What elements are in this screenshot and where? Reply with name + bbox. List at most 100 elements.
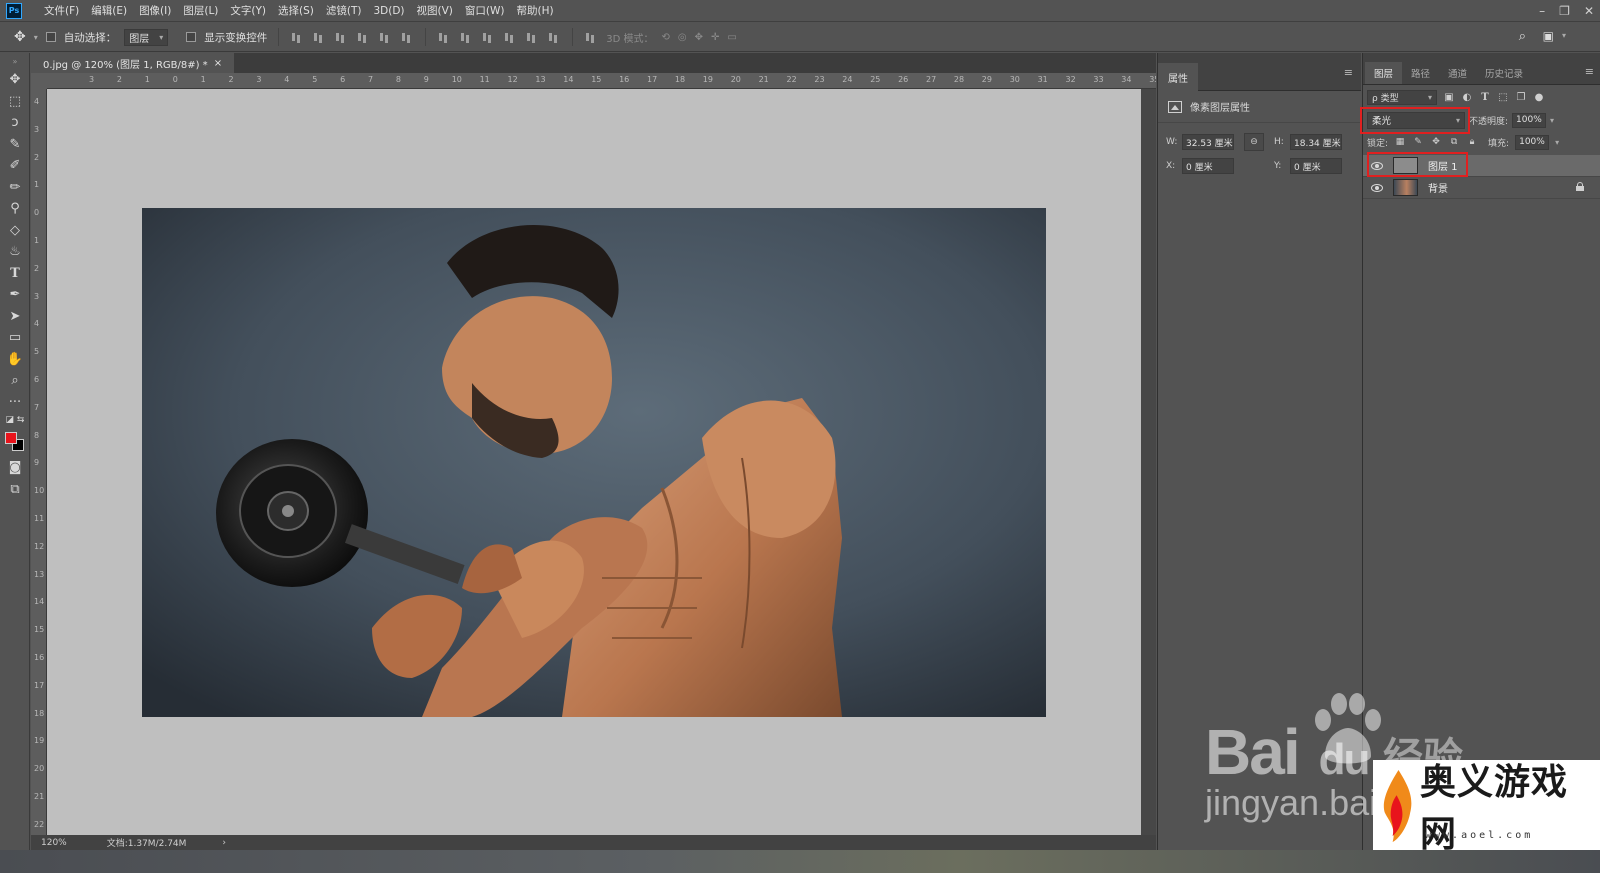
hand-tool-icon[interactable]: ✋ — [0, 349, 30, 371]
align-hcenter-icon[interactable] — [378, 31, 392, 43]
lock-all-icon[interactable]: 🔒︎ — [1466, 136, 1478, 148]
quick-select-tool-icon[interactable]: ✎ — [0, 134, 30, 156]
photo-bodybuilder-image[interactable] — [142, 208, 1046, 717]
canvas-vertical-scrollbar[interactable] — [1141, 89, 1156, 835]
screen-mode-icon[interactable]: ⧉ — [0, 479, 30, 501]
menu-3d[interactable]: 3D(D) — [367, 5, 410, 17]
menu-type[interactable]: 文字(Y) — [224, 3, 272, 18]
more-tools-icon[interactable]: ··· — [0, 392, 30, 414]
menu-window[interactable]: 窗口(W) — [459, 3, 511, 18]
distribute-left-icon[interactable] — [503, 31, 517, 43]
height-field[interactable]: 18.34 厘米 — [1290, 134, 1342, 150]
tab-properties[interactable]: 属性 — [1158, 63, 1198, 91]
distribute-top-icon[interactable] — [437, 31, 451, 43]
swap-colors-icon[interactable]: ◪ ⇆ — [0, 413, 30, 427]
3d-slide-icon[interactable]: ✛ — [711, 32, 719, 43]
quick-mask-icon[interactable]: ◙ — [0, 457, 30, 479]
visibility-eye-icon[interactable] — [1371, 183, 1383, 192]
tab-layers[interactable]: 图层 — [1365, 62, 1403, 84]
menu-help[interactable]: 帮助(H) — [511, 3, 560, 18]
align-bottom-icon[interactable] — [334, 31, 348, 43]
lock-artboard-icon[interactable]: ⧉ — [1448, 136, 1460, 148]
show-transform-checkbox[interactable] — [186, 32, 197, 42]
3d-roll-icon[interactable]: ◎ — [678, 32, 687, 43]
lock-position-icon[interactable]: ✥ — [1430, 136, 1442, 148]
x-field[interactable]: 0 厘米 — [1182, 158, 1234, 174]
opacity-field[interactable]: 100% — [1512, 112, 1547, 128]
eyedropper-tool-icon[interactable]: ✐ — [0, 155, 30, 177]
pen-tool-icon[interactable]: ✒ — [0, 284, 30, 306]
menu-filter[interactable]: 滤镜(T) — [320, 3, 368, 18]
path-select-tool-icon[interactable]: ➤ — [0, 306, 30, 328]
width-field[interactable]: 32.53 厘米 — [1182, 134, 1234, 150]
3d-rotate-icon[interactable]: ⟲ — [662, 32, 670, 43]
filter-adjustment-icon[interactable]: ◐ — [1461, 91, 1473, 103]
layer-row[interactable]: 图层 1 — [1363, 155, 1600, 177]
blend-mode-dropdown[interactable]: 柔光 ▾ — [1367, 111, 1465, 129]
workspace-icon[interactable]: ▣ — [1543, 29, 1554, 43]
layer-name[interactable]: 图层 1 — [1428, 158, 1458, 173]
visibility-eye-icon[interactable] — [1371, 161, 1383, 170]
close-icon[interactable]: ✕ — [1584, 4, 1594, 18]
eraser-tool-icon[interactable]: ◇ — [0, 220, 30, 242]
blur-tool-icon[interactable]: ♨ — [0, 241, 30, 263]
distribute-bottom-icon[interactable] — [481, 31, 495, 43]
color-swatches[interactable] — [0, 427, 30, 457]
menu-file[interactable]: 文件(F) — [38, 3, 85, 18]
menu-edit[interactable]: 编辑(E) — [85, 3, 133, 18]
tab-paths[interactable]: 路径 — [1402, 62, 1439, 84]
tool-preset-chevron-icon[interactable]: ▾ — [34, 33, 38, 42]
filter-smart-object-icon[interactable]: ❐ — [1515, 91, 1527, 103]
filter-pixel-icon[interactable]: ▣ — [1443, 91, 1455, 103]
distribute-right-icon[interactable] — [547, 31, 561, 43]
filter-type-icon[interactable]: T — [1479, 91, 1491, 103]
link-dimensions-icon[interactable]: ⊖ — [1244, 133, 1264, 151]
workspace-chevron-icon[interactable]: ▾ — [1562, 31, 1566, 40]
menu-image[interactable]: 图像(I) — [133, 3, 177, 18]
menu-select[interactable]: 选择(S) — [272, 3, 320, 18]
fill-field[interactable]: 100% — [1515, 134, 1550, 150]
move-tool-icon[interactable]: ✥ — [0, 69, 30, 91]
type-tool-icon[interactable]: T — [0, 263, 30, 285]
3d-pan-icon[interactable]: ✥ — [695, 32, 703, 43]
zoom-tool-icon[interactable]: ⌕ — [0, 370, 30, 392]
panel-menu-icon[interactable]: ≡ — [1585, 65, 1594, 78]
document-tab[interactable]: 0.jpg @ 120% (图层 1, RGB/8#) * × — [31, 53, 235, 73]
lock-image-icon[interactable]: ✎ — [1412, 136, 1424, 148]
foreground-color-swatch[interactable] — [5, 432, 17, 444]
lasso-tool-icon[interactable]: ↄ — [0, 112, 30, 134]
document-tab-close-icon[interactable]: × — [214, 58, 222, 69]
auto-select-dropdown[interactable]: 图层 ▾ — [124, 28, 169, 46]
panel-menu-icon[interactable]: ≡ — [1344, 66, 1353, 79]
tab-channels[interactable]: 通道 — [1439, 62, 1476, 84]
layer-filter-dropdown[interactable]: ρ 类型 ▾ — [1367, 89, 1437, 105]
move-tool-icon[interactable]: ✥ — [14, 29, 26, 45]
layer-row[interactable]: 背景 — [1363, 177, 1600, 199]
auto-align-icon[interactable] — [584, 31, 598, 43]
menu-layer[interactable]: 图层(L) — [177, 3, 224, 18]
filter-shape-icon[interactable]: ⬚ — [1497, 91, 1509, 103]
tab-history[interactable]: 历史记录 — [1476, 62, 1532, 84]
distribute-vcenter-icon[interactable] — [459, 31, 473, 43]
distribute-hcenter-icon[interactable] — [525, 31, 539, 43]
align-left-icon[interactable] — [356, 31, 370, 43]
minimize-icon[interactable]: – — [1539, 4, 1545, 18]
canvas-area[interactable] — [47, 89, 1141, 835]
auto-select-checkbox[interactable] — [45, 32, 56, 42]
lock-transparent-icon[interactable]: ▦ — [1394, 136, 1406, 148]
restore-icon[interactable]: ❐ — [1559, 4, 1570, 18]
rectangle-tool-icon[interactable]: ▭ — [0, 327, 30, 349]
marquee-tool-icon[interactable]: ⬚ — [0, 91, 30, 113]
stamp-tool-icon[interactable]: ⚲ — [0, 198, 30, 220]
align-right-icon[interactable] — [400, 31, 414, 43]
toolbox-collapse-icon[interactable]: » — [0, 53, 30, 69]
opacity-chevron-icon[interactable]: ▾ — [1550, 116, 1554, 125]
menu-view[interactable]: 视图(V) — [411, 3, 459, 18]
brush-tool-icon[interactable]: ✏ — [0, 177, 30, 199]
y-field[interactable]: 0 厘米 — [1290, 158, 1342, 174]
search-icon[interactable]: ⌕ — [1519, 29, 1526, 44]
3d-scale-icon[interactable]: ▭ — [727, 32, 736, 43]
fill-chevron-icon[interactable]: ▾ — [1555, 138, 1559, 147]
align-top-icon[interactable] — [290, 31, 304, 43]
zoom-level-readout[interactable]: 120% — [41, 838, 67, 848]
